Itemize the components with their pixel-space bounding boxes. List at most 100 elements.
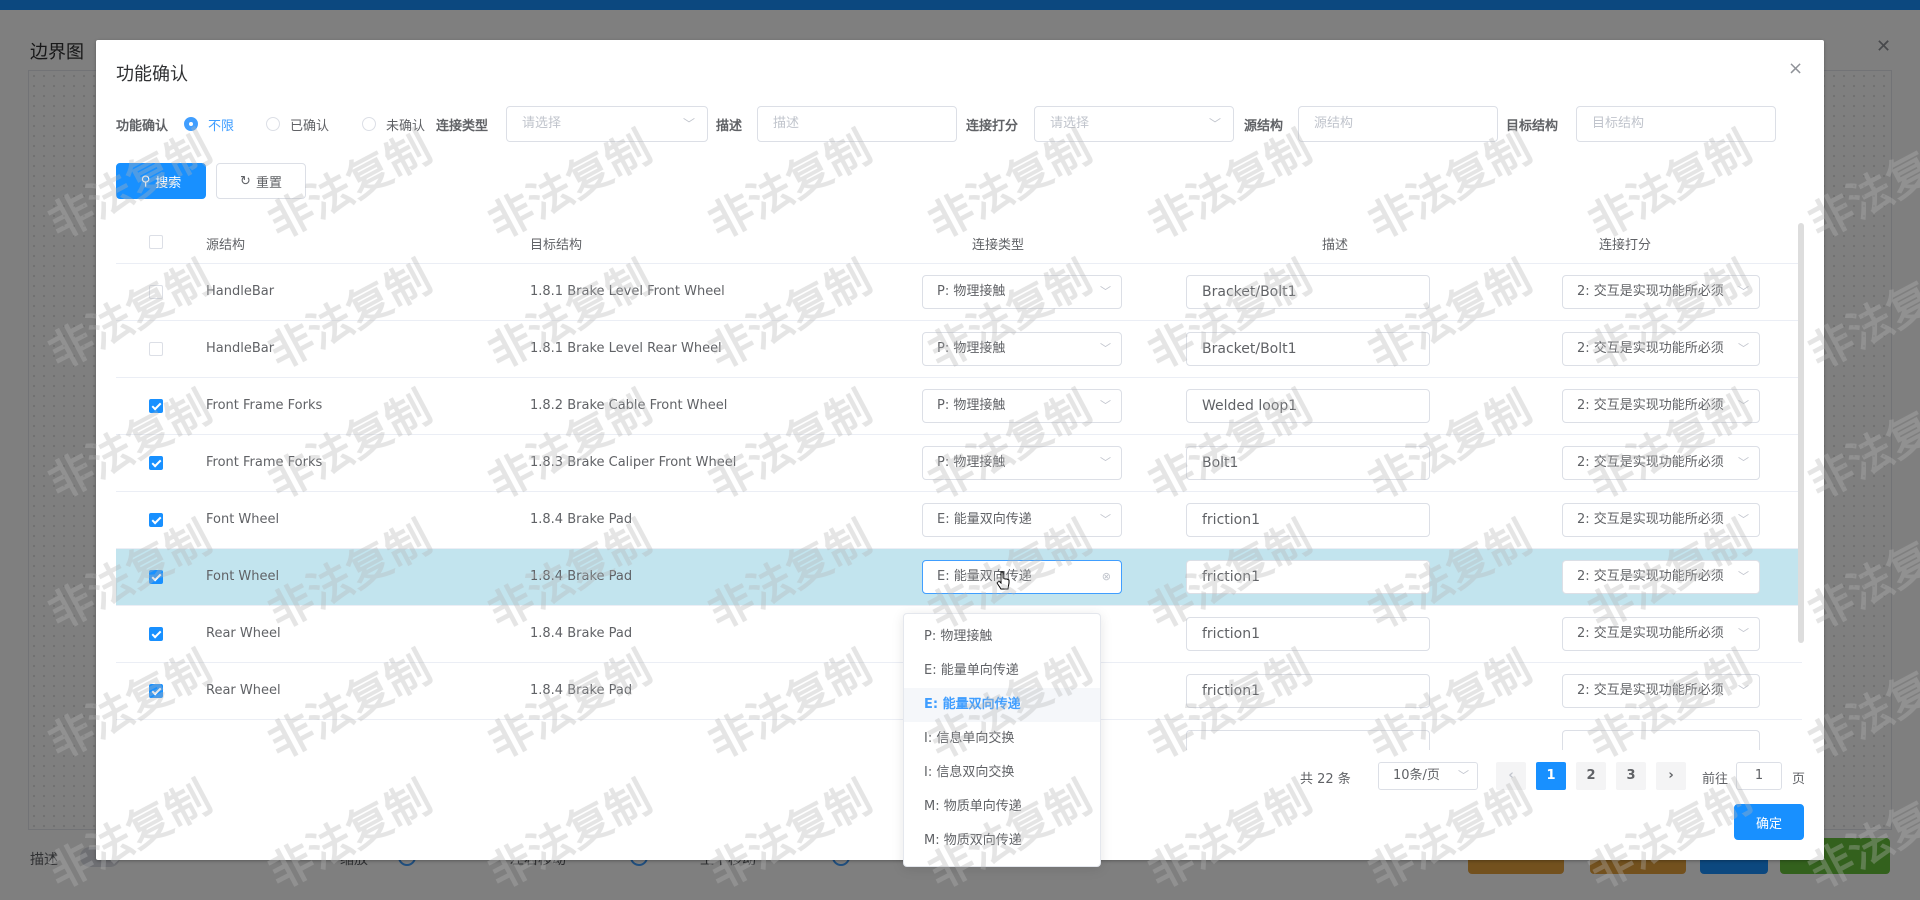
clear-circle-icon[interactable]: ⊗ <box>1097 561 1111 593</box>
desc-input[interactable]: friction1 <box>1186 503 1430 537</box>
score-select[interactable]: 2: 交互是实现功能所必须 ﹀ <box>1562 617 1760 651</box>
confirm-filter-label: 功能确认 <box>116 119 169 134</box>
row-checkbox[interactable] <box>149 570 163 584</box>
conn-type-select[interactable]: E: 能量双向传递 ⊗ <box>922 560 1122 594</box>
chevron-down-icon: ﹀ <box>1734 390 1749 422</box>
score-select[interactable]: 2: 交互是实现功能所必须 ﹀ <box>1562 503 1760 537</box>
desc-input[interactable]: Welded loop1 <box>1186 389 1430 423</box>
score-filter-select[interactable]: 请选择 ﹀ <box>1034 106 1234 142</box>
radio-unlimited[interactable]: 不限 <box>184 114 234 134</box>
reset-button[interactable]: ↻ 重置 <box>216 163 306 199</box>
score-select[interactable]: 2: 交互是实现功能所必须 ﹀ <box>1562 275 1760 309</box>
dropdown-option[interactable]: E: 能量单向传递 <box>904 654 1100 688</box>
header-target: 目标结构 <box>530 238 583 253</box>
row-checkbox[interactable] <box>149 456 163 470</box>
search-button[interactable]: ⚲ 搜索 <box>116 163 206 199</box>
desc-input[interactable]: Bracket/Bolt1 <box>1186 275 1430 309</box>
table-row[interactable]: HandleBar 1.8.1 Brake Level Front Wheel P:… <box>116 264 1802 321</box>
score-select[interactable]: 2: 交互是实现功能所必须 ﹀ <box>1562 389 1760 423</box>
chevron-down-icon: ﹀ <box>1096 390 1111 422</box>
page-button-3[interactable]: 3 <box>1616 762 1646 790</box>
page-suffix: 页 <box>1792 772 1806 787</box>
table-row[interactable]: Front Frame Forks 1.8.2 Brake Cable Front… <box>116 378 1802 435</box>
chevron-down-icon: ﹀ <box>1208 117 1221 131</box>
select-all-checkbox[interactable] <box>149 235 163 249</box>
header-desc: 描述 <box>1322 238 1349 253</box>
conn-type-select[interactable]: E: 能量双向传递 ﹀ <box>922 503 1122 537</box>
desc-input[interactable]: friction1 <box>1186 674 1430 708</box>
conn-type-dropdown: P: 物理接触 E: 能量单向传递 E: 能量双向传递 I: 信息单向交换 I: 信息双… <box>903 613 1101 867</box>
dropdown-option[interactable]: I: 信息双向交换 <box>904 756 1100 790</box>
table-row[interactable]: Font Wheel 1.8.4 Brake Pad E: 能量双向传递 ﹀ frict… <box>116 492 1802 549</box>
row-checkbox[interactable] <box>149 627 163 641</box>
row-checkbox[interactable] <box>149 513 163 527</box>
desc-filter-input[interactable]: 描述 <box>757 106 957 142</box>
goto-label: 前往 <box>1702 772 1729 787</box>
cell-source: HandleBar <box>206 284 275 299</box>
table-row[interactable]: Font Wheel 1.8.4 Brake Pad E: 能量双向传递 ⊗ frict… <box>116 549 1802 606</box>
chevron-down-icon: ﹀ <box>1734 333 1749 365</box>
conn-type-filter-select[interactable]: 请选择 ﹀ <box>506 106 708 142</box>
cell-target: 1.8.4 Brake Pad <box>530 569 633 584</box>
page-button-2[interactable]: 2 <box>1576 762 1606 790</box>
prev-page-button[interactable]: ‹ <box>1496 762 1526 790</box>
desc-input[interactable]: Bolt1 <box>1186 446 1430 480</box>
dialog-close-icon[interactable]: × <box>1788 58 1803 79</box>
cell-target: 1.8.1 Brake Level Front Wheel <box>530 284 725 299</box>
row-checkbox[interactable] <box>149 342 163 356</box>
conn-type-select[interactable]: P: 物理接触 ﹀ <box>922 389 1122 423</box>
dropdown-option[interactable]: I: 信息单向交换 <box>904 722 1100 756</box>
header-source: 源结构 <box>206 238 246 253</box>
table-row[interactable]: HandleBar 1.8.1 Brake Level Rear Wheel P: … <box>116 321 1802 378</box>
conn-type-select[interactable]: P: 物理接触 ﹀ <box>922 446 1122 480</box>
row-checkbox[interactable] <box>149 399 163 413</box>
goto-page-input[interactable]: 1 <box>1736 762 1782 790</box>
cell-target: 1.8.2 Brake Cable Front Wheel <box>530 398 728 413</box>
desc-input[interactable]: friction1 <box>1186 617 1430 651</box>
confirm-button[interactable]: 确定 <box>1734 804 1804 840</box>
dropdown-option[interactable]: E: 能量双向传递 <box>904 688 1100 722</box>
desc-input[interactable]: Bracket/Bolt1 <box>1186 332 1430 366</box>
chevron-down-icon: ﹀ <box>1734 561 1749 593</box>
pagination-total: 共 22 条 <box>1300 772 1351 787</box>
chevron-down-icon: ﹀ <box>1734 675 1749 707</box>
src-filter-input[interactable]: 源结构 <box>1298 106 1498 142</box>
dropdown-option[interactable]: M: 物质双向传递 <box>904 824 1100 858</box>
cell-source: Font Wheel <box>206 569 280 584</box>
score-select[interactable]: 2: 交互是实现功能所必须 ﹀ <box>1562 674 1760 708</box>
chevron-right-icon: › <box>1668 768 1674 783</box>
page-button-1[interactable]: 1 <box>1536 762 1566 790</box>
next-page-button[interactable]: › <box>1656 762 1686 790</box>
table-row[interactable]: Front Frame Forks 1.8.3 Brake Caliper Fro… <box>116 435 1802 492</box>
desc-input[interactable]: friction1 <box>1186 560 1430 594</box>
dropdown-option[interactable]: M: 物质单向传递 <box>904 790 1100 824</box>
tgt-filter-input[interactable]: 目标结构 <box>1576 106 1776 142</box>
chevron-left-icon: ‹ <box>1508 768 1514 783</box>
score-select[interactable]: 2: 交互是实现功能所必须 ﹀ <box>1562 560 1760 594</box>
chevron-down-icon: ﹀ <box>1734 447 1749 479</box>
row-checkbox[interactable] <box>149 285 163 299</box>
cell-source: HandleBar <box>206 341 275 356</box>
radio-unconfirmed[interactable]: 未确认 <box>362 114 425 134</box>
row-checkbox[interactable] <box>149 684 163 698</box>
dropdown-option[interactable]: P: 物理接触 <box>904 620 1100 654</box>
table-header: 源结构 目标结构 连接类型 描述 连接打分 <box>116 220 1802 264</box>
score-select[interactable]: 2: 交互是实现功能所必须 ﹀ <box>1562 332 1760 366</box>
conn-type-select[interactable]: P: 物理接触 ﹀ <box>922 275 1122 309</box>
chevron-down-icon: ﹀ <box>1734 618 1749 650</box>
page-size-select[interactable]: 10条/页 ﹀ <box>1378 762 1478 790</box>
desc-filter-label: 描述 <box>716 119 743 134</box>
src-filter-label: 源结构 <box>1244 119 1284 134</box>
refresh-icon: ↻ <box>240 173 251 189</box>
pagination: 共 22 条 10条/页 ﹀ ‹ 1 2 3 › 前往 1 页 <box>1300 762 1805 790</box>
header-conn-type: 连接类型 <box>972 238 1025 253</box>
cell-target: 1.8.1 Brake Level Rear Wheel <box>530 341 722 356</box>
conn-type-select[interactable]: P: 物理接触 ﹀ <box>922 332 1122 366</box>
chevron-down-icon: ﹀ <box>682 117 695 131</box>
chevron-down-icon: ﹀ <box>1096 276 1111 308</box>
score-select[interactable]: 2: 交互是实现功能所必须 ﹀ <box>1562 446 1760 480</box>
cell-source: Font Wheel <box>206 512 280 527</box>
table-scrollbar[interactable] <box>1798 223 1804 643</box>
radio-confirmed[interactable]: 已确认 <box>266 114 329 134</box>
cell-source: Front Frame Forks <box>206 398 323 413</box>
